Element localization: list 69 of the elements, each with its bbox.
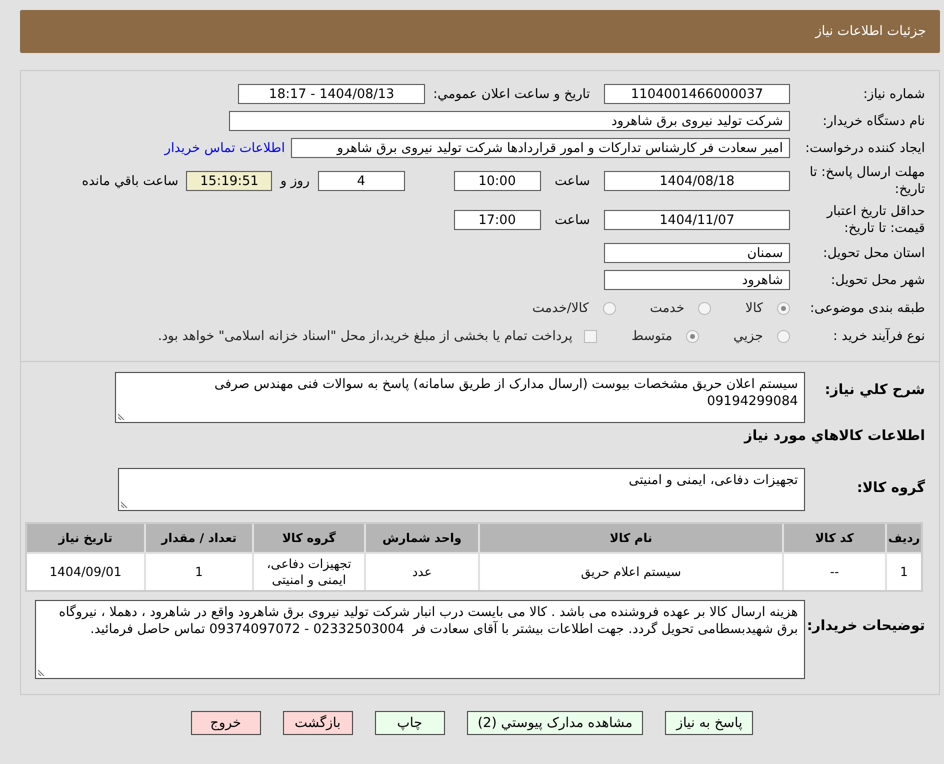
field-label: طبقه بندی موضوعی: (808, 300, 925, 316)
field-label: نام دستگاه خریدار: (822, 112, 925, 130)
table-cell: 1 (887, 554, 921, 590)
validity-date-field[interactable]: 1404/11/07 (604, 210, 790, 230)
resize-grip-icon[interactable] (38, 669, 45, 676)
field-label: گروه کالا: (856, 480, 925, 497)
deadline-date-field[interactable]: 1404/08/18 (604, 171, 790, 191)
radio-button[interactable] (777, 330, 790, 342)
field-label: ساعت (554, 212, 590, 228)
radio-button[interactable] (686, 330, 700, 342)
field-label: مهلت ارسال پاسخ: تا تاریخ: (808, 164, 925, 198)
radio-label: خدمت (650, 300, 684, 316)
deadline-time-field[interactable]: 10:00 (454, 171, 541, 191)
field-label: ایجاد کننده درخواست: (804, 140, 925, 156)
days-field[interactable]: 4 (318, 171, 405, 191)
table-cell: -- (784, 554, 885, 590)
field-label: توضیحات خریدار: (806, 618, 925, 635)
page-title: جزئیات اطلاعات نیاز (815, 24, 926, 39)
column-header: واحد شمارش (366, 524, 478, 552)
buyer-org-field[interactable]: شرکت تولید نیروی برق شاهرود (229, 111, 790, 131)
checkbox-label: پرداخت تمام یا بخشی از مبلغ خرید،از محل "اسناد خزانه اسلامی" خواهد بود. (158, 328, 572, 344)
remaining-time-field[interactable]: 15:19:51 (186, 171, 272, 191)
validity-time-field[interactable]: 17:00 (454, 210, 541, 230)
column-header: تاریخ نیاز (27, 524, 144, 552)
field-label: استان محل تحویل: (822, 244, 925, 262)
resize-grip-icon[interactable] (118, 413, 125, 420)
field-label: شرح کلي نیاز: (824, 382, 925, 399)
goods-group-field[interactable]: تجهیزات دفاعی، ایمنی و امنیتی (118, 468, 805, 511)
field-label: نوع فرآیند خرید : (832, 328, 925, 344)
need-number-field[interactable]: 1104001466000037 (604, 84, 790, 104)
action-button[interactable]: چاپ (374, 711, 445, 735)
column-header: کد کالا (784, 524, 885, 552)
table-cell: عدد (366, 554, 478, 590)
action-button[interactable]: پاسخ به نیاز (665, 711, 754, 735)
radio-button[interactable] (698, 302, 712, 314)
field-label: تاریخ و ساعت اعلان عمومي: (433, 86, 590, 102)
section-heading: اطلاعات کالاهاي مورد نیاز (742, 428, 925, 444)
city-field[interactable]: شاهرود (604, 270, 790, 290)
field-label: ساعت (554, 174, 590, 188)
radio-button[interactable] (602, 302, 616, 314)
column-header: گروه کالا (254, 524, 364, 552)
field-label: شماره نیاز: (862, 86, 925, 102)
column-header: نام کالا (480, 524, 782, 552)
field-label: حداقل تاریخ اعتبار قیمت: تا تاریخ: (825, 203, 925, 237)
field-label: روز و (280, 174, 310, 188)
radio-label: کالا/خدمت (532, 300, 589, 316)
column-header: ردیف (887, 524, 921, 552)
table-cell: 1 (146, 554, 252, 590)
action-button[interactable]: خروج (190, 711, 261, 735)
action-button[interactable]: مشاهده مدارک پیوستي (2) (466, 711, 644, 735)
table-cell: 1404/09/01 (27, 554, 144, 590)
buyer-notes-field[interactable]: هزینه ارسال کالا بر عهده فروشنده می باشد . کالا می بایست درب انبار شرکت تولید نیروی برق شاهرود واقع در شاهرود ، دهملا ، نیروگاه برق شهیدبسطامی تحویل گردد. جهت اطلاعات بیشتر با آقای سعادت فر 02332503004 - 09374097072 تماس حاصل فرمائید. (35, 600, 805, 679)
radio-label: متوسط (631, 328, 672, 344)
resize-grip-icon[interactable] (121, 501, 128, 508)
action-button[interactable]: بازگشت (282, 711, 353, 735)
table-cell: سیستم اعلام حریق (480, 554, 782, 590)
radio-button[interactable] (777, 302, 790, 314)
field-label: ساعت باقي مانده (82, 174, 178, 188)
radio-label: کالا (745, 300, 763, 316)
column-header: تعداد / مقدار (146, 524, 252, 552)
checkbox[interactable] (584, 330, 598, 342)
announce-date-field[interactable]: 1404/08/13 - 18:17 (238, 84, 426, 104)
creator-field[interactable]: امیر سعادت فر کارشناس تدارکات و امور قراردادها شرکت تولید نیروی برق شاهرو (291, 138, 790, 158)
table-cell: تجهیزات دفاعی، ایمنی و امنیتی (254, 554, 364, 590)
field-label: شهر محل تحویل: (830, 272, 925, 288)
contact-link[interactable]: اطلاعات تماس خریدار (164, 140, 285, 156)
description-field[interactable]: سیستم اعلان حریق مشخصات بیوست (ارسال مدارک از طریق سامانه) پاسخ به سوالات فنی مهندس صرفی 09194299084 (115, 372, 805, 423)
radio-label: جزيي (733, 328, 763, 344)
province-field[interactable]: سمنان (604, 243, 790, 263)
